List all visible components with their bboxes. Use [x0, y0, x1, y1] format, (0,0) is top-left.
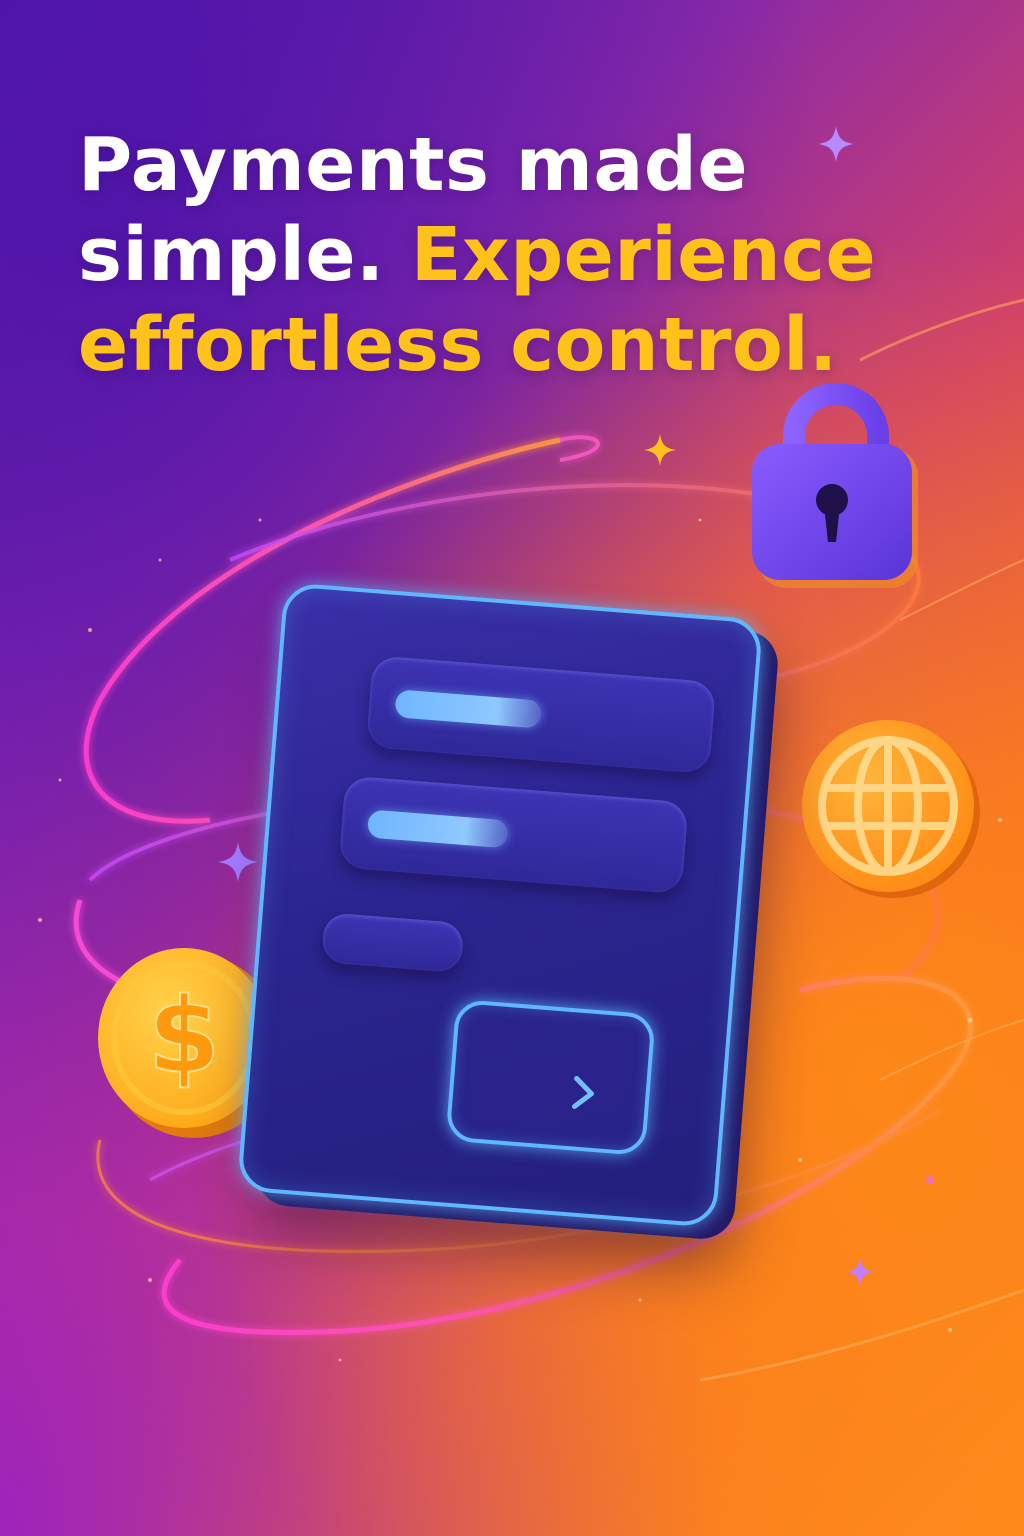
globe-icon	[802, 720, 980, 898]
headline-line-3-accent: effortless control.	[78, 302, 838, 388]
coin-symbol: $	[148, 975, 220, 1097]
input-field-1[interactable]	[365, 655, 717, 774]
input-field-1-value-bar	[394, 689, 543, 729]
chevron-right-icon	[571, 1076, 594, 1109]
lock-icon	[752, 383, 918, 588]
card-face	[236, 582, 764, 1228]
headline-line-1: Payments made	[78, 122, 749, 208]
headline-line-2-accent: Experience	[410, 212, 877, 298]
headline-line-2-white: simple.	[78, 212, 385, 298]
input-field-2-value-bar	[366, 809, 509, 849]
sparkle-icon	[218, 842, 258, 882]
sparkle-icon	[818, 126, 854, 162]
input-field-3[interactable]	[320, 912, 465, 974]
input-field-2[interactable]	[338, 775, 689, 895]
sparkle-icon	[846, 1258, 874, 1286]
submit-button[interactable]	[445, 998, 656, 1157]
payment-card	[236, 582, 781, 1242]
sparkle-icon	[644, 434, 676, 466]
